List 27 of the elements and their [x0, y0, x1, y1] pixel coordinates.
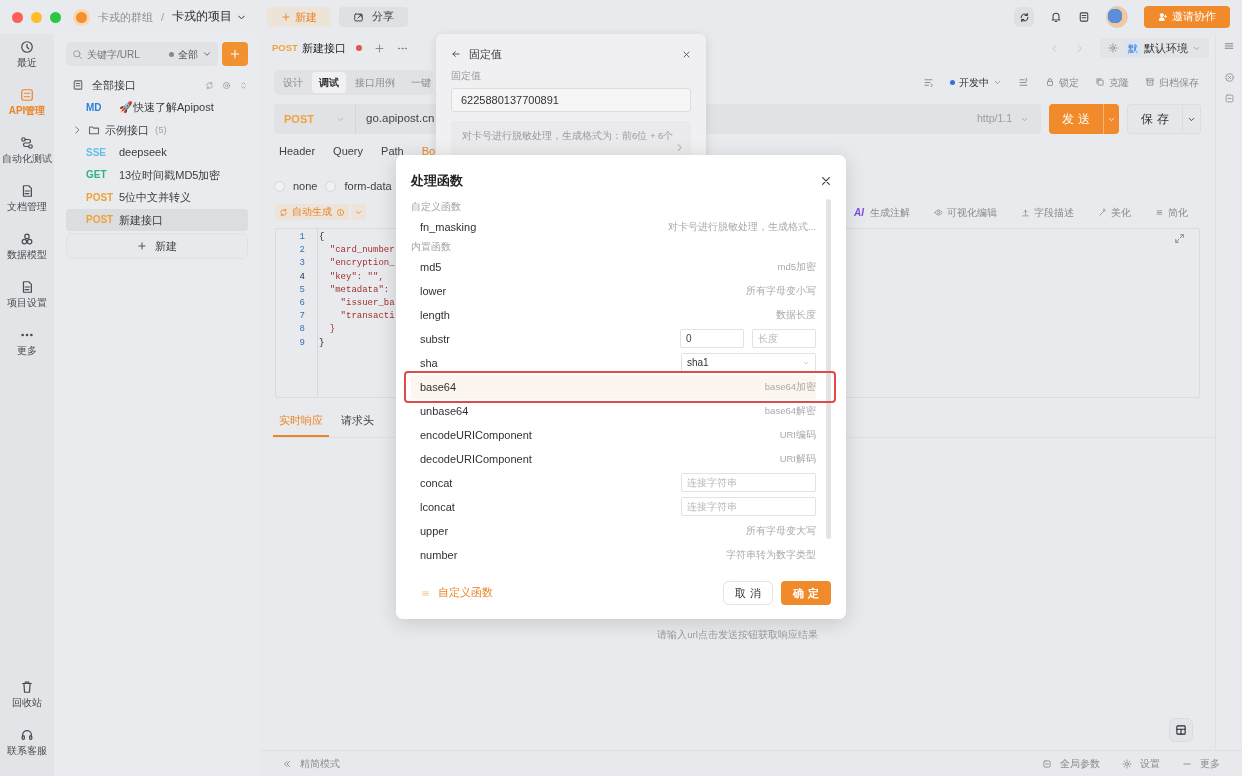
code-line: "metadata":: [328, 283, 391, 297]
code-line: "key": "",: [328, 270, 385, 284]
code-line: }: [319, 336, 326, 350]
line-number: 5: [298, 283, 305, 297]
popover-title: 固定值: [469, 46, 502, 62]
line-number: 9: [298, 336, 305, 350]
empty-state-text: 请输入url点击发送按钮获取响应结果: [656, 627, 819, 642]
line-number: 8: [298, 323, 305, 337]
line-number: 1: [298, 231, 305, 244]
tree-title: 全部接口: [92, 77, 136, 93]
code-line: {: [319, 231, 326, 244]
environment-badge: 默: [1126, 40, 1140, 56]
line-number: 2: [298, 244, 305, 258]
code-line: "issuer_ba: [339, 297, 395, 310]
line-number: 4: [298, 270, 305, 284]
code-line: "transacti: [339, 310, 395, 324]
field-label: 固定值: [451, 69, 482, 83]
line-number: 3: [298, 257, 305, 271]
dialog-title: 处理函数: [411, 172, 463, 190]
code-line: "card_number: [328, 244, 395, 258]
breadcrumb-separator: /: [161, 9, 165, 25]
group-label: 自定义函数: [411, 199, 462, 214]
code-line: "encryption_: [328, 257, 395, 271]
code-line: }: [328, 323, 337, 337]
line-number: 6: [298, 297, 305, 310]
group-label: 内置函数: [411, 239, 452, 254]
line-number: 7: [298, 310, 305, 324]
